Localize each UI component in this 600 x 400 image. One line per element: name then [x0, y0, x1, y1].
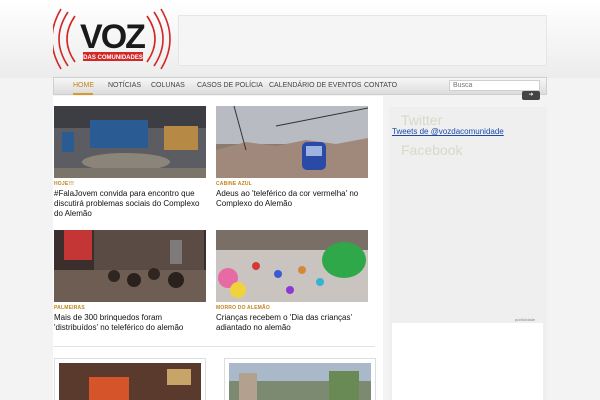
article-image[interactable] [224, 358, 376, 400]
nav-active-indicator [73, 93, 93, 95]
article-image[interactable] [54, 358, 206, 400]
article-image[interactable] [54, 106, 206, 178]
nav-contato[interactable]: CONTATO [364, 82, 397, 89]
nav-colunas[interactable]: COLUNAS [151, 82, 185, 89]
nav-home[interactable]: HOME [73, 82, 94, 89]
article-image[interactable] [54, 230, 206, 302]
article-tag[interactable]: MORRO DO ALEMÃO [216, 305, 368, 311]
article-card[interactable]: PALMEIRAS Mais de 300 brinquedos foram '… [54, 230, 206, 333]
article-image[interactable] [216, 230, 368, 302]
article-headline[interactable]: #FalaJovem convida para encontro que dis… [54, 189, 206, 219]
search-input[interactable] [449, 80, 540, 91]
sidebar-ad[interactable] [392, 323, 543, 400]
twitter-widget-title: Twitter [401, 112, 443, 128]
article-headline[interactable]: Crianças recebem o 'Dia das crianças' ad… [216, 313, 368, 333]
nav-calendario-de-eventos[interactable]: CALENDÁRIO DE EVENTOS [269, 82, 361, 89]
arrow-right-icon: ➜ [528, 92, 534, 98]
facebook-widget-title: Facebook [401, 142, 463, 158]
top-ad-banner[interactable] [178, 15, 547, 66]
article-tag[interactable]: PALMEIRAS [54, 305, 206, 311]
sidebar: Twitter Tweets de @vozdacomunidade Faceb… [389, 107, 547, 400]
article-card[interactable]: HOJE!!! #FalaJovem convida para encontro… [54, 106, 206, 219]
article-card[interactable]: MORRO DO ALEMÃO Crianças recebem o 'Dia … [216, 230, 368, 333]
site-logo[interactable]: VOZ DAS COMUNIDADES [53, 6, 171, 72]
article-tag[interactable]: CABINE AZUL [216, 181, 368, 187]
publicidade-label: publicidade [515, 317, 536, 322]
logo-tagline: DAS COMUNIDADES [83, 55, 143, 61]
article-tag[interactable]: HOJE!!! [54, 181, 206, 187]
logo-brand: VOZ [80, 18, 145, 56]
article-image[interactable] [216, 106, 368, 178]
section-divider [53, 346, 375, 347]
article-card[interactable]: CABINE AZUL Adeus ao 'teleférico da cor … [216, 106, 368, 209]
search-button[interactable]: ➜ [522, 91, 540, 100]
twitter-timeline-link[interactable]: Tweets de @vozdacomunidade [392, 127, 504, 136]
article-headline[interactable]: Mais de 300 brinquedos foram 'distribuíd… [54, 313, 206, 333]
nav-casos-de-policia[interactable]: CASOS DE POLÍCIA [197, 82, 263, 89]
nav-noticias[interactable]: NOTÍCIAS [108, 82, 141, 89]
main-content: HOJE!!! #FalaJovem convida para encontro… [53, 96, 383, 400]
article-headline[interactable]: Adeus ao 'teleférico da cor vermelha' no… [216, 189, 368, 209]
